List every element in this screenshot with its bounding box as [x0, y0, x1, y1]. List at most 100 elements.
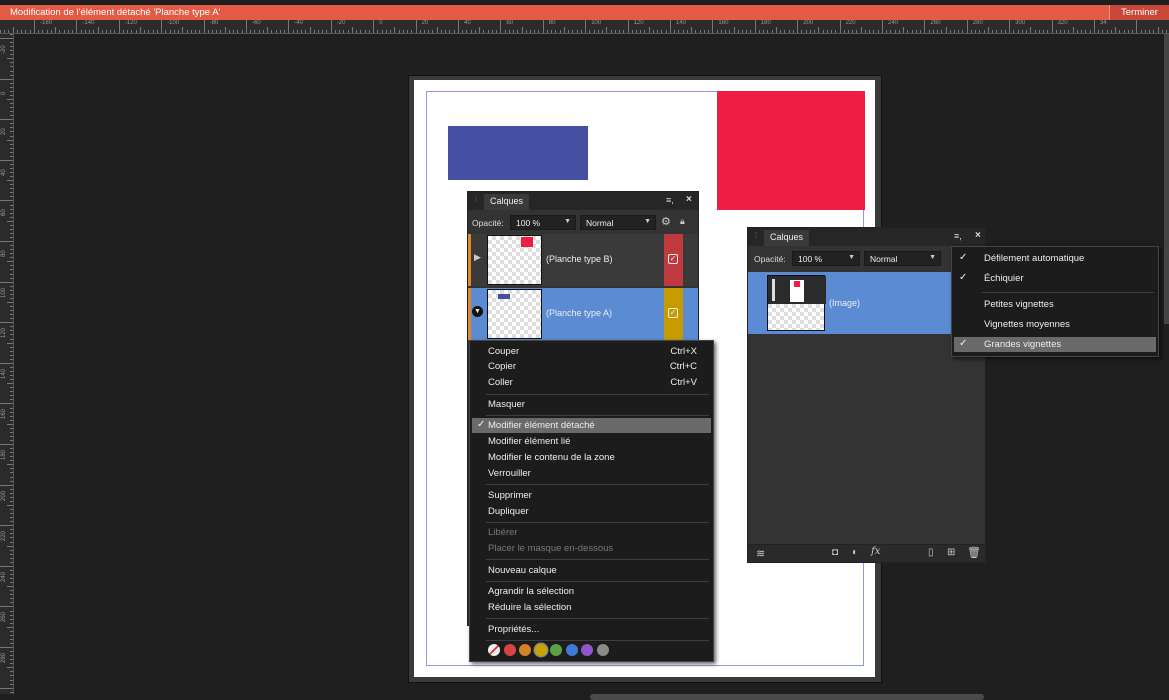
ruler-tick [10, 330, 13, 332]
fx-icon[interactable]: fx [871, 546, 880, 557]
horizontal-scrollbar[interactable] [590, 694, 984, 700]
ruler-tick [563, 27, 565, 33]
collapse-arrow-icon[interactable]: ▼ [472, 306, 483, 317]
group-icon[interactable]: ⊞ [947, 547, 955, 558]
menu-item-auto-scroll[interactable]: ✓ Défilement automatique [954, 251, 1156, 266]
ruler-tick [144, 30, 146, 33]
ruler-tick [10, 573, 13, 575]
new-layer-icon[interactable]: ▯ [928, 547, 934, 558]
ruler-tick [25, 30, 27, 33]
menu-item-edit-linked[interactable]: Modifier élément lié [472, 434, 711, 449]
vertical-ruler[interactable]: -20 0 20 40 60 80 100 120 140 160 180 200 220 240 260 2… [0, 34, 14, 694]
menu-item-edit-zone[interactable]: Modifier le contenu de la zone [472, 450, 711, 465]
hamburger-icon[interactable]: ≡, [666, 195, 674, 205]
hamburger-icon[interactable]: ≡, [954, 231, 962, 241]
ruler-tick [0, 159, 13, 161]
menu-item-small-thumbnails[interactable]: Petites vignettes [954, 297, 1156, 312]
menu-item-edit-detached[interactable]: ✓ Modifier élément détaché [472, 418, 711, 433]
menu-item-hide[interactable]: Masquer [472, 397, 711, 412]
menu-item-medium-thumbnails[interactable]: Vignettes moyennes [954, 317, 1156, 332]
blend-mode-select[interactable]: Normal ▼ [580, 215, 656, 230]
blend-mode-select[interactable]: Normal ▼ [864, 251, 941, 266]
ruler-tick [0, 241, 13, 243]
ruler-tick [267, 27, 269, 33]
color-swatch[interactable] [596, 644, 609, 656]
close-icon[interactable]: × [686, 194, 692, 205]
color-swatch[interactable] [534, 644, 547, 656]
menu-item-duplicate[interactable]: Dupliquer [472, 504, 711, 519]
menu-item-lock[interactable]: Verrouiller [472, 466, 711, 481]
ruler-tick [10, 663, 13, 665]
ruler-tick [500, 20, 502, 33]
ruler-tick [10, 196, 13, 198]
ruler-tick [669, 20, 671, 33]
menu-item-delete[interactable]: Supprimer [472, 488, 711, 503]
color-swatch[interactable] [565, 644, 578, 656]
ruler-label: 200 [803, 20, 814, 26]
layer-row-selected[interactable]: ▼ (Planche type A) ✓ [468, 288, 698, 340]
adjustment-icon[interactable]: ◐ [852, 547, 858, 558]
opacity-field[interactable]: 100 % ▼ [510, 215, 576, 230]
layer-row[interactable]: ▶ (Planche type B) ✓ [468, 234, 698, 286]
ruler-tick [1030, 27, 1032, 33]
expand-arrow-icon[interactable]: ▶ [474, 252, 481, 263]
ruler-tick [576, 30, 578, 33]
vertical-scrollbar[interactable] [1164, 34, 1169, 324]
grip-icon[interactable]: ⁞ [755, 231, 757, 240]
ruler-tick [322, 30, 324, 33]
color-swatch[interactable] [581, 644, 593, 656]
ruler-tick [106, 30, 107, 33]
menu-separator [486, 484, 709, 485]
ruler-tick [555, 30, 557, 33]
horizontal-ruler[interactable]: -160 -140 -120 -100 -80 -60 -40 -20 0 20 40 60 80 100… [0, 20, 1169, 34]
menu-item-new-layer[interactable]: Nouveau calque [472, 563, 711, 578]
thumbnail-image [768, 276, 826, 304]
visibility-checkbox[interactable]: ✓ [668, 308, 678, 318]
ruler-tick [542, 20, 544, 33]
ruler-tick [10, 618, 13, 620]
ruler-tick [530, 30, 531, 33]
done-button[interactable]: Terminer [1109, 5, 1169, 20]
ruler-tick [809, 30, 811, 33]
menu-item-large-thumbnails[interactable]: ✓ Grandes vignettes [954, 337, 1156, 352]
ruler-tick [504, 30, 506, 33]
ruler-tick [411, 30, 413, 33]
ruler-tick [10, 354, 13, 356]
close-icon[interactable]: × [975, 230, 981, 241]
menu-item-properties[interactable]: Propriétés... [472, 622, 711, 637]
layers-icon[interactable]: ≋ [756, 547, 765, 560]
color-swatch[interactable] [519, 644, 531, 656]
ruler-tick [10, 50, 13, 52]
color-swatch[interactable] [550, 644, 562, 656]
ruler-tick [661, 30, 663, 33]
ruler-tick [0, 200, 13, 202]
chevron-down-icon: ▼ [848, 254, 855, 261]
menu-item-checkerboard[interactable]: ✓ Échiquier [954, 271, 1156, 286]
trash-icon[interactable]: 🗑︎ [967, 546, 981, 559]
blue-rectangle-shape[interactable] [448, 126, 588, 180]
thumbnail-detail [794, 281, 800, 287]
ruler-label: -60 [252, 20, 261, 26]
layer-row-selected[interactable]: (Image) [748, 272, 985, 334]
grip-icon[interactable]: ⁞ [475, 195, 477, 204]
mask-icon[interactable]: ◘ [832, 547, 838, 558]
ruler-tick [10, 370, 13, 372]
color-swatch[interactable] [503, 644, 516, 656]
ruler-tick [1055, 30, 1057, 33]
menu-item-paste[interactable]: Coller Ctrl+V [472, 375, 711, 390]
opacity-field[interactable]: 100 % ▼ [792, 251, 860, 266]
lock-icon[interactable]: 🔒︎ [680, 216, 685, 227]
tab-layers[interactable]: Calques [764, 230, 810, 246]
menu-item-copy[interactable]: Copier Ctrl+C [472, 359, 711, 374]
visibility-checkbox[interactable]: ✓ [668, 254, 678, 264]
no-color-swatch[interactable] [488, 644, 500, 656]
ruler-tick [1051, 20, 1053, 33]
tab-layers[interactable]: Calques [484, 194, 530, 210]
red-rectangle-shape[interactable] [717, 91, 865, 210]
menu-item-grow-selection[interactable]: Agrandir la sélection [472, 584, 711, 599]
gear-icon[interactable]: ⚙ [661, 215, 671, 228]
menu-item-cut[interactable]: Couper Ctrl+X [472, 344, 711, 359]
ruler-tick [10, 407, 13, 409]
menu-item-shrink-selection[interactable]: Réduire la sélection [472, 600, 711, 615]
ruler-tick [10, 679, 13, 681]
